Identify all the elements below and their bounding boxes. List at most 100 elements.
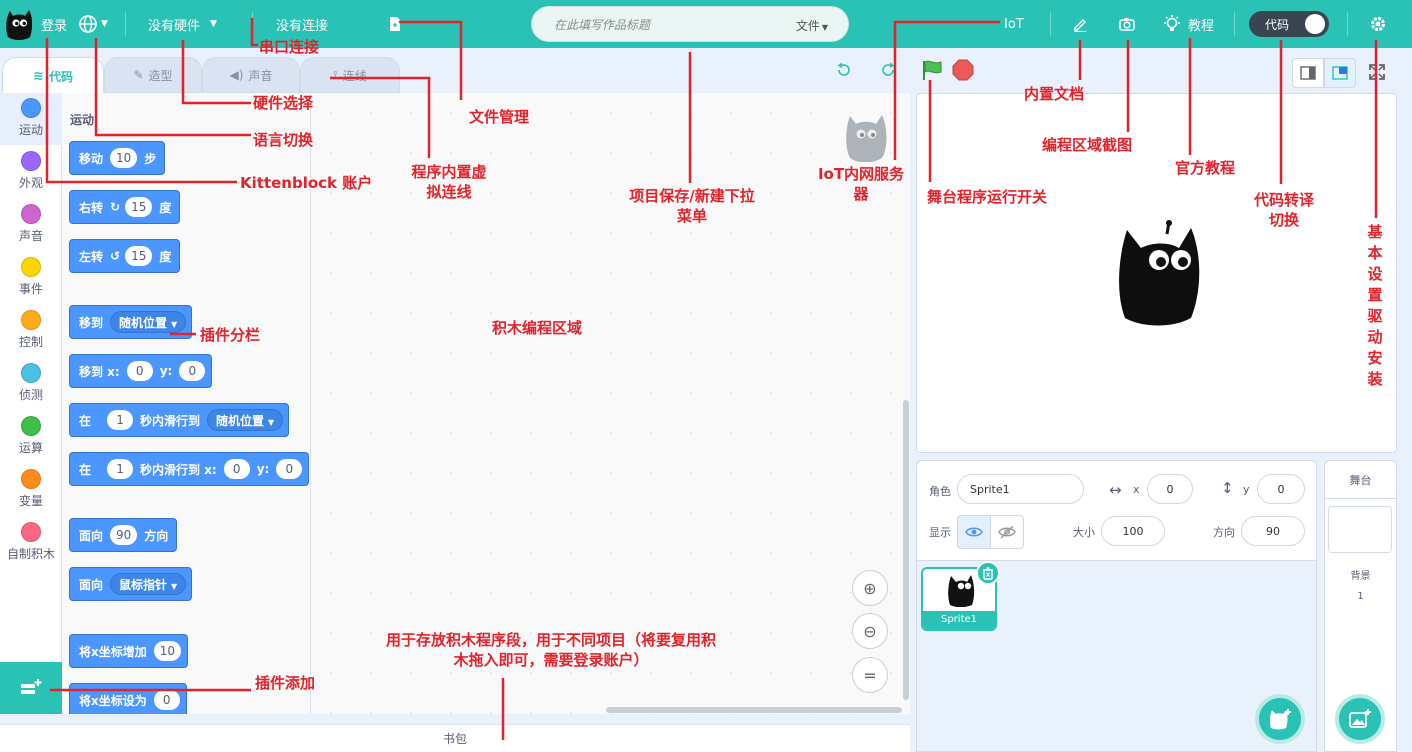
undo-button[interactable] [836, 62, 852, 81]
x-input[interactable]: 0 [1147, 474, 1193, 504]
fullscreen-button[interactable] [1368, 63, 1386, 84]
settings-button[interactable] [1369, 0, 1387, 48]
add-extension-button[interactable] [0, 662, 62, 714]
login-button[interactable]: 登录 [41, 0, 67, 48]
tutorial-button[interactable]: 教程 [1162, 0, 1214, 48]
block-move-steps[interactable]: 移动 10 步 [69, 141, 166, 175]
block-dropdown[interactable]: 随机位置 ▼ [110, 311, 187, 333]
tab-code[interactable]: ≋ 代码 [2, 57, 104, 94]
small-stage-icon [1300, 66, 1316, 80]
add-sprite-button[interactable] [1255, 694, 1305, 744]
normal-stage-button[interactable] [1324, 58, 1356, 88]
category-looks[interactable]: 外观 [0, 146, 62, 198]
tab-sounds[interactable]: ◀) 声音 [202, 57, 300, 93]
block-number-input[interactable]: 90 [110, 525, 138, 545]
y-input[interactable]: 0 [1257, 474, 1305, 504]
annotation-ext-add: 插件添加 [255, 674, 316, 692]
block-point-direction[interactable]: 面向 90 方向 [69, 518, 178, 552]
file-menu[interactable]: 文件 ▼ [796, 17, 828, 34]
language-menu[interactable]: ▼ [78, 0, 108, 48]
horizontal-scrollbar[interactable] [606, 707, 902, 713]
block-number-input[interactable]: 0 [126, 361, 153, 381]
category-variables[interactable]: 变量 [0, 464, 62, 516]
block-number-input[interactable]: 1 [107, 459, 134, 479]
kittenblock-editor: 登录 ▼ 没有硬件 ▼ 没有连接 文件▼ IoT [0, 0, 1412, 752]
docs-button[interactable] [1072, 0, 1088, 48]
menu-divider [252, 12, 253, 36]
block-number-input[interactable]: 0 [276, 459, 303, 479]
zoom-out-icon: ⊖ [863, 621, 877, 641]
category-dot [21, 204, 41, 224]
category-sound[interactable]: 声音 [0, 199, 62, 251]
category-my-blocks[interactable]: 自制积木 [0, 517, 62, 569]
green-flag-button[interactable] [920, 59, 944, 84]
annotation-settings: 基本设置驱动安装 [1367, 223, 1383, 388]
block-turn-left[interactable]: 左转 ↺ 15 度 [69, 239, 181, 273]
tab-costumes[interactable]: ✎ 造型 [104, 57, 202, 93]
file-manager-button[interactable] [388, 0, 402, 48]
sprite-name-input[interactable]: Sprite1 [957, 474, 1084, 504]
category-operators[interactable]: 运算 [0, 411, 62, 463]
block-number-input[interactable]: 10 [110, 148, 138, 168]
block-text: 移到 [79, 315, 104, 330]
block-glide-xy[interactable]: 在 1 秒内滑行到 x: 0 y: 0 [69, 452, 310, 486]
block-number-input[interactable]: 0 [179, 361, 206, 381]
category-events[interactable]: 事件 [0, 252, 62, 304]
block-change-x[interactable]: 将x坐标增加 10 [69, 634, 189, 668]
kittenblock-logo[interactable] [4, 0, 34, 48]
block-number-input[interactable]: 10 [153, 641, 182, 661]
block-dropdown[interactable]: 鼠标指针 ▼ [110, 573, 187, 595]
vertical-scrollbar[interactable] [903, 400, 909, 700]
iot-button[interactable]: IoT [1004, 0, 1024, 48]
backdrop-count: 1 [1357, 591, 1364, 602]
block-point-towards[interactable]: 面向 鼠标指针 ▼ [69, 567, 193, 601]
category-control[interactable]: 控制 [0, 305, 62, 357]
category-motion[interactable]: 运动 [0, 93, 62, 145]
add-backdrop-button[interactable] [1335, 694, 1385, 744]
pencil-icon [1074, 18, 1087, 32]
show-label: 显示 [929, 526, 951, 539]
green-flag-icon [923, 60, 942, 80]
zoom-out-button[interactable]: ⊖ [852, 613, 888, 649]
show-sprite-button[interactable] [957, 515, 991, 549]
tab-costumes-label: 造型 [148, 68, 173, 83]
stop-button[interactable] [952, 59, 974, 84]
chevron-down-icon: ▼ [821, 23, 828, 32]
hide-sprite-button[interactable] [990, 515, 1024, 549]
size-input[interactable]: 100 [1101, 516, 1165, 546]
small-stage-button[interactable] [1292, 58, 1324, 88]
menu-divider [1347, 12, 1348, 36]
block-glide[interactable]: 在 1 秒内滑行到 随机位置 ▼ [69, 403, 290, 437]
project-title-input[interactable] [554, 15, 774, 35]
delete-sprite-button[interactable] [976, 561, 1000, 585]
block-number-input[interactable]: 0 [153, 690, 180, 710]
screenshot-button[interactable] [1118, 0, 1136, 48]
block-goto[interactable]: 移到 随机位置 ▼ [69, 305, 193, 339]
direction-input[interactable]: 90 [1241, 516, 1305, 546]
redo-button[interactable] [880, 62, 896, 81]
category-dot [21, 416, 41, 436]
hardware-menu[interactable]: 没有硬件 ▼ [148, 0, 217, 48]
zoom-reset-button[interactable]: = [852, 657, 888, 693]
block-number-input[interactable]: 1 [107, 410, 134, 430]
block-number-input[interactable]: 15 [125, 197, 153, 217]
block-dropdown[interactable]: 随机位置 ▼ [207, 409, 284, 431]
stage-target-title: 舞台 [1325, 461, 1396, 499]
file-icon [390, 17, 400, 31]
tab-connect[interactable]: ⟟ 连线 [300, 57, 400, 93]
category-label: 声音 [18, 229, 43, 243]
category-dot [21, 257, 41, 277]
block-number-input[interactable]: 15 [125, 246, 153, 266]
stage-canvas[interactable] [916, 93, 1397, 453]
backpack-bar[interactable]: 书包 [0, 724, 910, 752]
block-set-x[interactable]: 将x坐标设为 0 [69, 683, 187, 714]
zoom-in-button[interactable]: ⊕ [852, 570, 888, 606]
block-number-input[interactable]: 0 [223, 459, 250, 479]
block-turn-right[interactable]: 右转 ↻ 15 度 [69, 190, 181, 224]
block-goto-xy[interactable]: 移到 x: 0 y: 0 [69, 354, 213, 388]
speaker-icon: ◀) [229, 68, 244, 82]
sprite-kitten[interactable] [1115, 220, 1201, 329]
code-translate-toggle[interactable]: 代码 [1249, 11, 1329, 37]
category-sensing[interactable]: 侦测 [0, 358, 62, 410]
block-text: y: [159, 364, 173, 378]
